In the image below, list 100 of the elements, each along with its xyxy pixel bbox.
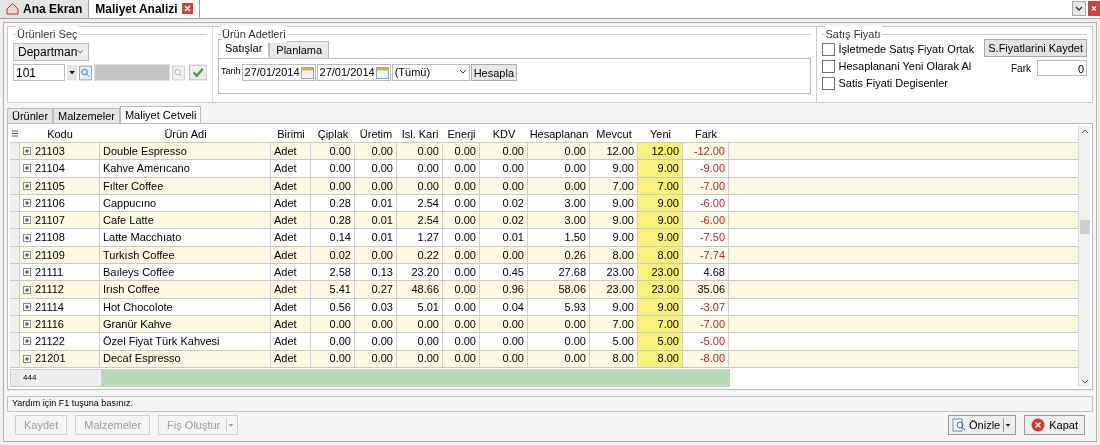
- column-header[interactable]: Mevcut: [590, 126, 638, 142]
- table-cell: 0.00: [443, 194, 480, 212]
- table-cell: 0.00: [528, 315, 590, 333]
- expand-icon[interactable]: [23, 285, 31, 294]
- group-title: Satış Fiyatı: [824, 26, 882, 43]
- table-cell: 0.45: [480, 264, 528, 281]
- table-cell: 0.00: [443, 298, 480, 315]
- column-header[interactable]: Ürün Adi: [100, 126, 271, 142]
- table-cell: 0.00: [480, 315, 528, 333]
- table-cell: 0.00: [311, 143, 355, 160]
- expand-icon[interactable]: [23, 320, 31, 329]
- tab[interactable]: Maliyet Cetveli: [119, 106, 202, 124]
- table-cell: Cappucıno: [100, 194, 271, 212]
- expand-icon[interactable]: [23, 164, 31, 173]
- column-header[interactable]: Birimi: [271, 126, 311, 142]
- table-cell: 0.00: [397, 177, 443, 194]
- close-icon[interactable]: [1088, 1, 1100, 16]
- table-cell: 0.00: [443, 315, 480, 333]
- table-cell: 0.00: [528, 350, 590, 367]
- column-header[interactable]: KDV: [480, 126, 528, 142]
- preview-button[interactable]: Önizle: [948, 415, 1017, 435]
- calendar-icon[interactable]: [300, 65, 314, 79]
- product-field[interactable]: [94, 64, 170, 81]
- table-cell: 9.00: [638, 229, 683, 246]
- table-cell: -5.00: [683, 333, 729, 350]
- expand-icon[interactable]: [23, 233, 31, 242]
- expand-icon[interactable]: [23, 181, 31, 190]
- table-cell: 48.66: [397, 281, 443, 298]
- table-cell: 0.00: [443, 160, 480, 177]
- tab[interactable]: Ürünler: [7, 108, 54, 124]
- table-cell: 0.00: [480, 177, 528, 194]
- calendar-icon[interactable]: [375, 65, 389, 79]
- scroll-down-icon[interactable]: [1080, 379, 1089, 385]
- table-cell: 5.93: [528, 298, 590, 315]
- table-cell: Irısh Coffee: [100, 281, 271, 298]
- table-cell: 0.00: [311, 177, 355, 194]
- column-header[interactable]: Hesaplanan: [528, 126, 590, 142]
- table-cell: Cafe Latte: [100, 212, 271, 229]
- group-title: Ürün Adetleri: [221, 26, 287, 43]
- checkmark-icon[interactable]: [188, 64, 207, 81]
- table-cell: 0.28: [311, 212, 355, 229]
- table-cell: 0.13: [355, 264, 397, 281]
- column-header[interactable]: Fark: [683, 126, 729, 142]
- filter-select[interactable]: (Tümü): [391, 63, 470, 81]
- column-header[interactable]: Çiplak: [311, 126, 355, 142]
- expand-icon[interactable]: [23, 268, 31, 277]
- tab[interactable]: Malzemeler: [53, 108, 120, 124]
- checkbox-label: Satis Fiyati Degisenler: [838, 76, 948, 91]
- column-header[interactable]: Isl. Kari: [397, 126, 443, 142]
- magnifier-icon: [952, 418, 967, 432]
- table-cell: 0.00: [355, 315, 397, 333]
- scrollbar[interactable]: [1078, 126, 1090, 387]
- code-field[interactable]: 101: [13, 64, 66, 81]
- table-cell: 0.02: [311, 246, 355, 264]
- dropdown-icon[interactable]: [67, 64, 78, 81]
- close-icon[interactable]: [181, 3, 193, 14]
- checkbox[interactable]: [821, 59, 835, 73]
- expand-icon[interactable]: [23, 199, 31, 208]
- expand-icon[interactable]: [23, 354, 31, 363]
- table-cell: 21103: [20, 143, 100, 160]
- table-cell: 2.54: [397, 212, 443, 229]
- scroll-up-icon[interactable]: [1080, 128, 1089, 134]
- document-tab[interactable]: Ana Ekran: [0, 0, 90, 18]
- expand-icon[interactable]: [23, 147, 31, 156]
- dropdown-icon[interactable]: [1072, 1, 1086, 16]
- table-cell: 0.00: [311, 333, 355, 350]
- column-header[interactable]: Üretim: [355, 126, 397, 142]
- table-cell: -7.00: [683, 315, 729, 333]
- table-cell: 21114: [20, 298, 100, 315]
- expand-icon[interactable]: [23, 216, 31, 225]
- difference-field[interactable]: 0: [1037, 60, 1087, 76]
- home-icon: [6, 2, 19, 15]
- table-cell: 0.00: [443, 281, 480, 298]
- table-cell: 21122: [20, 333, 100, 350]
- table-cell: Fılter Coffee: [100, 177, 271, 194]
- table-cell: Baıleys Coffee: [100, 264, 271, 281]
- end-date-field[interactable]: 27/01/2014: [316, 63, 391, 81]
- table-cell: 0.27: [355, 281, 397, 298]
- caret-icon[interactable]: [1003, 418, 1013, 432]
- table-cell: 4.68: [683, 264, 729, 281]
- column-header[interactable]: Enerji: [443, 126, 480, 142]
- expand-icon[interactable]: [23, 302, 31, 311]
- expand-icon[interactable]: [23, 250, 31, 259]
- expand-icon[interactable]: [23, 337, 31, 346]
- save-prices-button[interactable]: S.Fiyatlarini Kaydet: [984, 39, 1087, 57]
- scroll-thumb[interactable]: [1079, 219, 1090, 234]
- table-cell: 0.00: [443, 143, 480, 160]
- start-date-field[interactable]: 27/01/2014: [241, 63, 316, 81]
- table-cell: 0.96: [480, 281, 528, 298]
- tab[interactable]: Planlama: [269, 41, 330, 59]
- category-select[interactable]: Departman: [13, 43, 89, 61]
- table-cell: Adet: [271, 212, 311, 229]
- table-cell: 0.22: [397, 246, 443, 264]
- column-header[interactable]: Kodu: [20, 126, 100, 142]
- chevron-icon: [458, 69, 467, 75]
- calculate-button[interactable]: Hesapla: [470, 63, 517, 81]
- column-header[interactable]: Yeni: [638, 126, 683, 142]
- table-cell: 23.00: [638, 264, 683, 281]
- close-button[interactable]: Kapat: [1024, 415, 1085, 435]
- checkbox[interactable]: [821, 76, 835, 90]
